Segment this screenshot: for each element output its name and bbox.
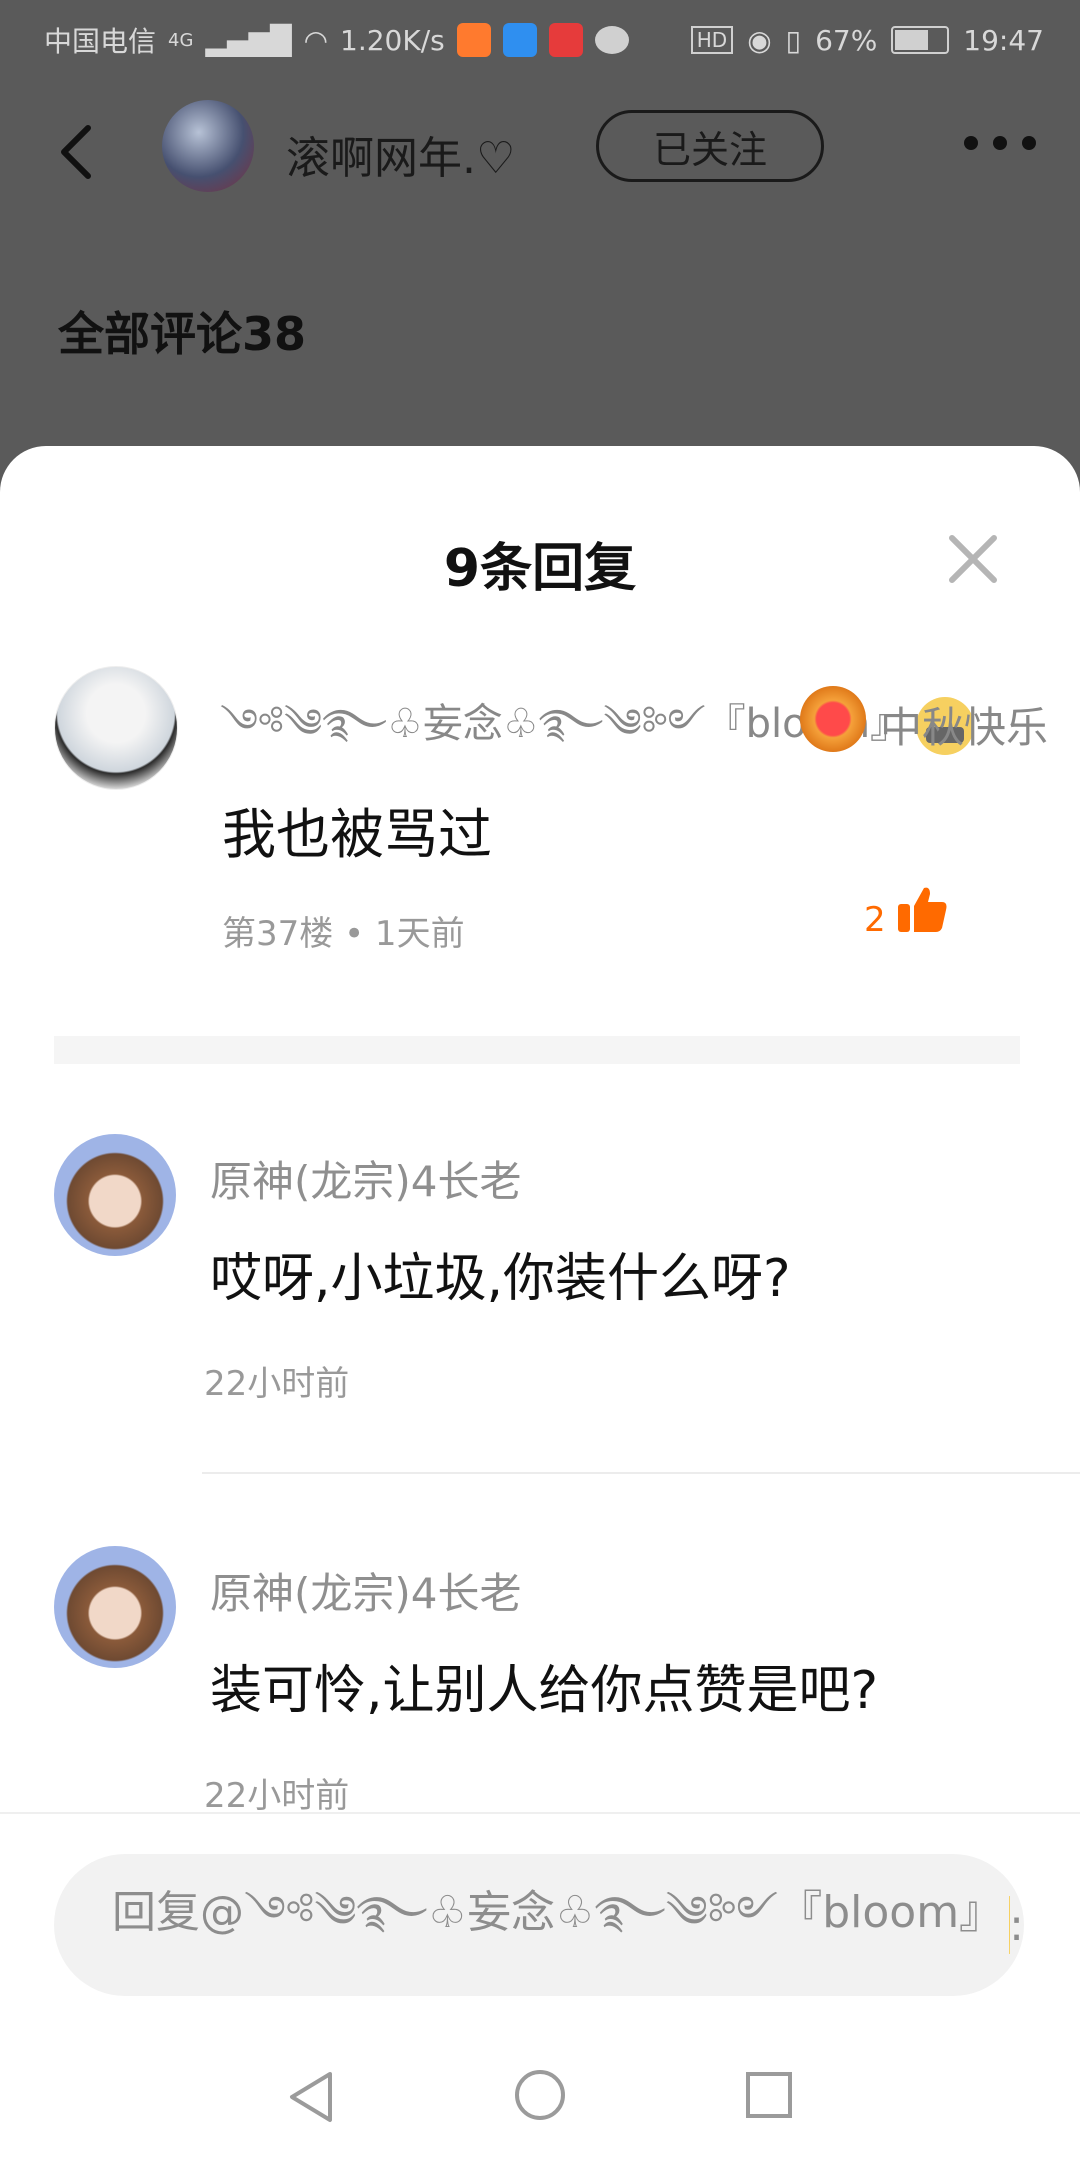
all-comments-heading: 全部评论38 [58,307,307,361]
back-arrow-icon[interactable] [56,124,96,180]
reply-time: 22小时前 [204,1776,350,1816]
status-bar: 中国电信 4G ▂▄▆█ ◠ 1.20K/s HD ◉ ▯ 67% 19:47 [0,0,1080,80]
huawei-notification-icon [548,23,583,57]
reply-author[interactable]: 原神(龙宗)4长老 [210,1560,522,1621]
nav-recent-apps-icon[interactable] [746,2072,792,2118]
follow-button[interactable]: 已关注 [596,110,824,182]
hd-label: HD [690,26,734,54]
badge-label: 中秋快乐 [880,703,1049,752]
battery-percent: 67% [815,23,878,57]
vibrate-icon: ▯ [785,23,802,57]
reply-text[interactable]: 装可怜,让别人给你点赞是吧? [210,1648,878,1723]
like-count: 2 [864,900,886,940]
profile-header: 滚啊网年.♡ 已关注 [0,80,1080,230]
reply-input[interactable]: 回复@༺༄࿐♧妄念♧࿐༄༻『bloom』 : [54,1854,1024,1996]
message-notification-icon [594,26,629,54]
close-icon[interactable] [946,532,1000,586]
nav-home-icon[interactable] [515,2070,565,2120]
nav-back-icon[interactable] [286,2070,336,2124]
reply-time: 22小时前 [204,1364,350,1404]
more-options-icon[interactable] [964,136,1036,156]
sheet-title: 9条回复 [443,539,637,599]
app-notification-icon [502,23,537,57]
commenter-avatar[interactable] [54,666,178,790]
carrier-label: 中国电信 [44,25,157,58]
thumbs-up-icon[interactable] [896,884,948,936]
system-nav-bar [0,2026,1080,2160]
medal-icon [800,686,866,752]
avatar[interactable] [162,100,254,192]
network-label: 4G [168,29,194,51]
signal-icon: ▂▄▆█ [205,23,292,57]
comment-text[interactable]: 我也被骂过 [222,790,492,869]
profile-username[interactable]: 滚啊网年.♡ [286,122,515,186]
replies-sheet: 9条回复 ༺༄࿐♧妄念♧࿐༄༻『bloom』 中秋快乐 我也被骂过 第37楼 •… [0,446,1080,2160]
reply-avatar[interactable] [54,1546,176,1668]
reply-bar-divider [0,1812,1080,1814]
wifi-icon: ◠ [303,23,328,57]
app-notification-icon [456,23,491,57]
reply-text[interactable]: 哎呀,小垃圾,你装什么呀? [210,1236,791,1311]
row-divider [202,1472,1080,1474]
speed-label: 1.20K/s [340,23,445,57]
reply-avatar[interactable] [54,1134,176,1256]
eye-icon: ◉ [747,23,772,57]
battery-icon [891,26,950,54]
section-divider [54,1036,1020,1064]
comment-meta: 第37楼 • 1天前 [222,914,465,954]
clock: 19:47 [963,23,1044,57]
reply-author[interactable]: 原神(龙宗)4长老 [210,1148,522,1209]
